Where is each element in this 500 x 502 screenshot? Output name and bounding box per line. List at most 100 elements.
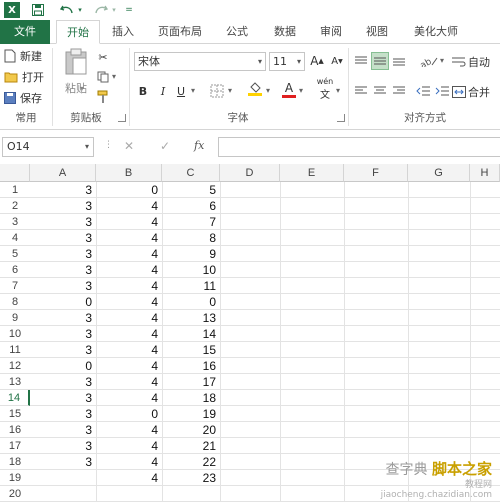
row-header[interactable]: 8	[0, 294, 30, 310]
cell-c[interactable]: 11	[162, 278, 220, 294]
cell-a[interactable]: 3	[30, 422, 96, 438]
align-middle-icon[interactable]	[371, 52, 389, 70]
row-header[interactable]: 4	[0, 230, 30, 246]
cell-a[interactable]: 3	[30, 326, 96, 342]
row-header[interactable]: 6	[0, 262, 30, 278]
tab-file[interactable]: 文件	[0, 20, 50, 44]
row-header[interactable]: 5	[0, 246, 30, 262]
cell-b[interactable]: 4	[96, 374, 162, 390]
cell-a[interactable]: 3	[30, 342, 96, 358]
cell-b[interactable]: 0	[96, 182, 162, 198]
borders-icon[interactable]	[208, 82, 226, 100]
worksheet-grid[interactable]: ABCDEFGH 1 3 0 5 2 3 4 6 3 3 4 7 4 3 4 8 5 3 4 9 6 3 4 10 7 3 4 11 8…	[0, 164, 500, 502]
column-header-h[interactable]: H	[470, 164, 500, 182]
cell-a[interactable]: 3	[30, 262, 96, 278]
cell-b[interactable]: 4	[96, 454, 162, 470]
cell-a[interactable]: 0	[30, 358, 96, 374]
cancel-icon[interactable]: ✕	[124, 139, 134, 153]
redo-dropdown-icon[interactable]: ▾	[110, 2, 118, 18]
cell-a[interactable]: 3	[30, 310, 96, 326]
underline-button[interactable]: U	[172, 82, 190, 100]
row-header[interactable]: 14	[0, 390, 30, 406]
cell-b[interactable]: 4	[96, 358, 162, 374]
cell-c[interactable]: 6	[162, 198, 220, 214]
column-header-b[interactable]: B	[96, 164, 162, 182]
cell-b[interactable]: 4	[96, 214, 162, 230]
cell-a[interactable]: 3	[30, 438, 96, 454]
tab-data[interactable]: 数据	[264, 20, 306, 44]
cell-c[interactable]: 13	[162, 310, 220, 326]
cell-b[interactable]: 4	[96, 198, 162, 214]
cell-b[interactable]: 4	[96, 294, 162, 310]
cell-b[interactable]: 4	[96, 246, 162, 262]
row-header[interactable]: 15	[0, 406, 30, 422]
row-header[interactable]: 19	[0, 470, 30, 486]
customize-qat-icon[interactable]: =	[124, 2, 134, 18]
cell-c[interactable]: 5	[162, 182, 220, 198]
copy-icon[interactable]	[94, 68, 112, 86]
column-header-f[interactable]: F	[344, 164, 408, 182]
row-header[interactable]: 13	[0, 374, 30, 390]
cell-b[interactable]: 4	[96, 470, 162, 486]
align-left-icon[interactable]	[352, 82, 370, 100]
row-header[interactable]: 16	[0, 422, 30, 438]
row-header[interactable]: 10	[0, 326, 30, 342]
cell-c[interactable]: 18	[162, 390, 220, 406]
cell-b[interactable]: 4	[96, 278, 162, 294]
align-right-icon[interactable]	[390, 82, 408, 100]
cell-c[interactable]: 0	[162, 294, 220, 310]
save-icon[interactable]	[30, 2, 46, 18]
paste-dropdown-icon[interactable]: ▾	[80, 84, 84, 93]
cell-a[interactable]: 3	[30, 246, 96, 262]
row-header[interactable]: 12	[0, 358, 30, 374]
cell-a[interactable]: 3	[30, 230, 96, 246]
new-button[interactable]: 新建	[4, 48, 42, 64]
wrap-text-button[interactable]: 自动	[452, 54, 490, 70]
fill-color-button[interactable]	[246, 80, 264, 98]
cell-a[interactable]: 0	[30, 294, 96, 310]
cell-b[interactable]: 4	[96, 310, 162, 326]
row-header[interactable]: 1	[0, 182, 30, 198]
align-top-icon[interactable]	[352, 52, 370, 70]
cell-b[interactable]: 4	[96, 438, 162, 454]
bold-button[interactable]: B	[134, 82, 152, 100]
tab-view[interactable]: 视图	[356, 20, 398, 44]
cell-b[interactable]: 4	[96, 326, 162, 342]
phonetic-dropdown-icon[interactable]: ▾	[336, 86, 340, 95]
confirm-icon[interactable]: ✓	[160, 139, 170, 153]
underline-dropdown-icon[interactable]: ▾	[191, 86, 195, 95]
font-color-dropdown-icon[interactable]: ▾	[299, 86, 303, 95]
open-button[interactable]: 打开	[4, 69, 44, 85]
cell-c[interactable]: 8	[162, 230, 220, 246]
increase-indent-icon[interactable]	[433, 82, 451, 100]
font-color-button[interactable]: A	[280, 80, 298, 98]
italic-button[interactable]: I	[154, 82, 172, 100]
cell-c[interactable]: 20	[162, 422, 220, 438]
row-header[interactable]: 7	[0, 278, 30, 294]
cell-c[interactable]: 9	[162, 246, 220, 262]
row-header[interactable]: 17	[0, 438, 30, 454]
font-size-select[interactable]: 11 ▾	[269, 52, 305, 71]
cell-b[interactable]: 4	[96, 342, 162, 358]
cell-b[interactable]: 4	[96, 422, 162, 438]
tab-formulas[interactable]: 公式	[216, 20, 258, 44]
column-header-a[interactable]: A	[30, 164, 96, 182]
borders-dropdown-icon[interactable]: ▾	[228, 86, 232, 95]
cell-c[interactable]: 16	[162, 358, 220, 374]
select-all-corner[interactable]	[0, 164, 30, 182]
cell-c[interactable]: 14	[162, 326, 220, 342]
fill-color-dropdown-icon[interactable]: ▾	[266, 86, 270, 95]
cell-a[interactable]: 3	[30, 198, 96, 214]
row-header[interactable]: 2	[0, 198, 30, 214]
column-header-e[interactable]: E	[280, 164, 344, 182]
cell-c[interactable]: 17	[162, 374, 220, 390]
tab-beautify[interactable]: 美化大师	[404, 20, 468, 44]
row-header[interactable]: 18	[0, 454, 30, 470]
cell-c[interactable]: 7	[162, 214, 220, 230]
cell-c[interactable]: 23	[162, 470, 220, 486]
cell-a[interactable]	[30, 470, 96, 486]
tab-review[interactable]: 审阅	[310, 20, 352, 44]
shrink-font-button[interactable]: A ▼	[328, 52, 346, 70]
cut-icon[interactable]: ✂	[94, 48, 112, 66]
cell-a[interactable]: 3	[30, 390, 96, 406]
